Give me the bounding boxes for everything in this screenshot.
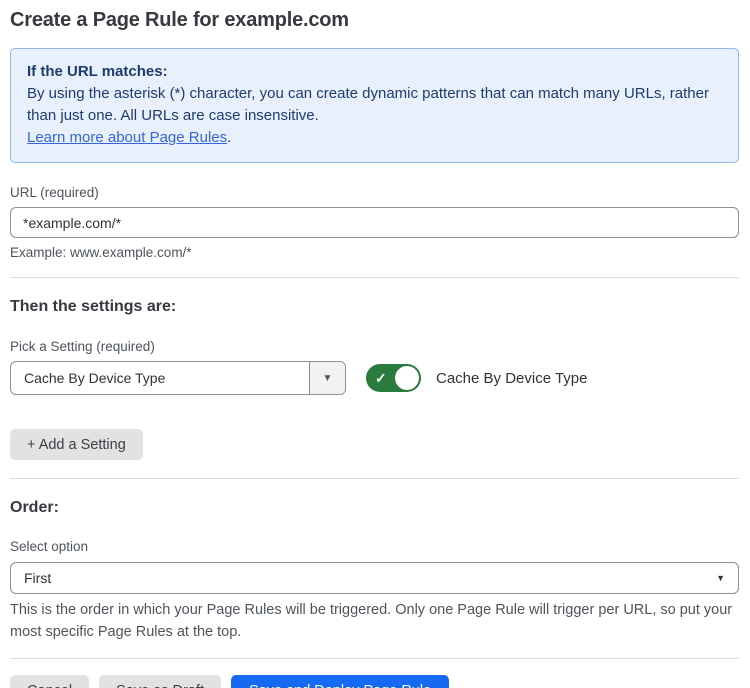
pick-setting-label: Pick a Setting (required): [10, 339, 739, 354]
url-input[interactable]: [10, 207, 739, 238]
link-period: .: [227, 129, 231, 146]
order-select-value: First: [24, 570, 51, 586]
settings-section-heading: Then the settings are:: [10, 298, 739, 316]
page-rule-form: Create a Page Rule for example.com If th…: [10, 9, 739, 688]
chevron-down-icon[interactable]: ▼: [309, 362, 345, 394]
page-title: Create a Page Rule for example.com: [10, 9, 739, 32]
info-box-link-line: Learn more about Page Rules.: [27, 127, 722, 149]
select-option-label: Select option: [10, 539, 739, 554]
add-setting-button[interactable]: + Add a Setting: [10, 429, 143, 460]
setting-select-value: Cache By Device Type: [11, 362, 309, 394]
order-section-heading: Order:: [10, 499, 739, 517]
save-deploy-button[interactable]: Save and Deploy Page Rule: [231, 675, 449, 688]
order-helper-text: This is the order in which your Page Rul…: [10, 599, 739, 643]
setting-select[interactable]: Cache By Device Type ▼: [10, 361, 346, 395]
info-box-body: By using the asterisk (*) character, you…: [27, 83, 722, 127]
info-box-heading: If the URL matches:: [27, 61, 722, 83]
setting-toggle-label: Cache By Device Type: [436, 370, 587, 387]
setting-row: Cache By Device Type ▼ ✓ Cache By Device…: [10, 361, 739, 395]
save-draft-button[interactable]: Save as Draft: [99, 675, 221, 688]
caret-down-icon: ▼: [716, 573, 725, 583]
order-select[interactable]: First ▼: [10, 562, 739, 594]
cancel-button[interactable]: Cancel: [10, 675, 89, 688]
url-label: URL (required): [10, 185, 739, 200]
divider: [10, 658, 739, 659]
footer-actions: Cancel Save as Draft Save and Deploy Pag…: [10, 675, 739, 688]
learn-more-link[interactable]: Learn more about Page Rules: [27, 129, 227, 146]
divider: [10, 277, 739, 278]
url-match-info-box: If the URL matches: By using the asteris…: [10, 48, 739, 163]
toggle-knob: [395, 366, 419, 390]
divider: [10, 478, 739, 479]
setting-toggle[interactable]: ✓: [366, 364, 421, 392]
check-icon: ✓: [375, 371, 387, 385]
url-helper-text: Example: www.example.com/*: [10, 245, 739, 260]
